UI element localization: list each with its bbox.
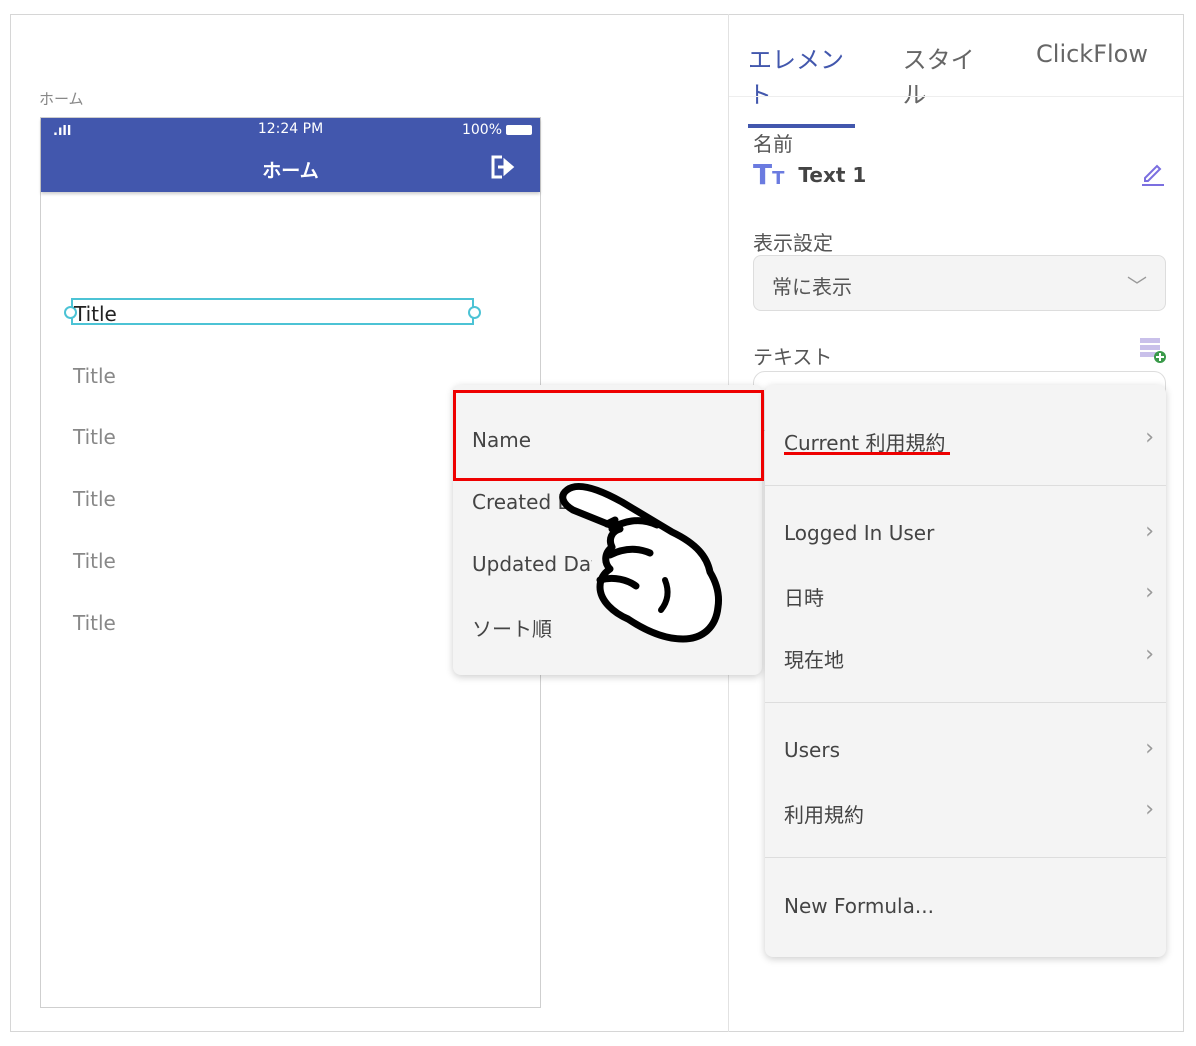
screen-label: ホーム [39,90,84,108]
add-data-icon[interactable] [1140,338,1168,364]
tab-divider [729,96,1183,97]
panel-tabs: エレメント スタイル ClickFlow [748,40,1196,128]
edit-pencil-icon[interactable] [1140,160,1166,186]
menu-item-users[interactable]: Users [784,738,840,762]
menu-divider [765,485,1166,486]
tab-clickflow[interactable]: ClickFlow [1036,40,1148,128]
text-type-icon: TT [753,158,785,191]
chevron-right-icon: › [1145,519,1154,544]
text-item[interactable]: Title [73,611,116,635]
menu-item-terms[interactable]: 利用規約 [784,799,864,828]
name-label: 名前 [753,132,793,156]
menu-item-new-formula[interactable]: New Formula... [784,894,934,918]
menu-divider [765,702,1166,703]
text-item[interactable]: Title [73,487,116,511]
menu-item-location[interactable]: 現在地 [784,644,844,673]
text-item[interactable]: Title [73,364,116,388]
selected-text-element[interactable] [64,298,481,325]
menu-item-logged-in-user[interactable]: Logged In User [784,521,934,545]
text-label: テキスト [753,345,833,369]
element-name-value: Text 1 [798,162,867,187]
visibility-value: 常に表示 [772,275,852,299]
menu-item-datetime[interactable]: 日時 [784,582,824,611]
logout-icon[interactable] [488,153,516,181]
battery-icon [506,125,532,135]
chevron-right-icon: › [1145,580,1154,605]
text-1[interactable]: Title [74,302,117,326]
header-title: ホーム [262,160,319,182]
chevron-right-icon: › [1145,736,1154,761]
text-item[interactable]: Title [73,425,116,449]
menu-divider [765,857,1166,858]
battery-status: 100% [462,122,532,138]
tab-style[interactable]: スタイル [903,40,988,128]
chevron-right-icon: › [1145,425,1154,450]
chevron-right-icon: › [1145,797,1154,822]
element-name: TT Text 1 [753,158,866,191]
visibility-label: 表示設定 [753,231,833,255]
data-source-menu: Current 利用規約 › Logged In User › 日時 › 現在地 › U… [765,385,1166,957]
tab-element[interactable]: エレメント [748,40,855,128]
text-item[interactable]: Title [73,549,116,573]
menu-item-sort-order[interactable]: ソート順 [472,613,552,642]
pointing-hand-icon [559,483,722,643]
battery-percent: 100% [461,122,502,138]
visibility-dropdown[interactable]: 常に表示 ﹀ [753,255,1166,311]
chevron-right-icon: › [1145,642,1154,667]
app-header: .ıll 12:24 PM 100% ホーム [41,118,540,192]
resize-handle-right[interactable] [468,306,481,319]
chevron-down-icon: ﹀ [1127,274,1147,298]
highlight-box [453,390,764,481]
highlight-underline [784,452,950,455]
